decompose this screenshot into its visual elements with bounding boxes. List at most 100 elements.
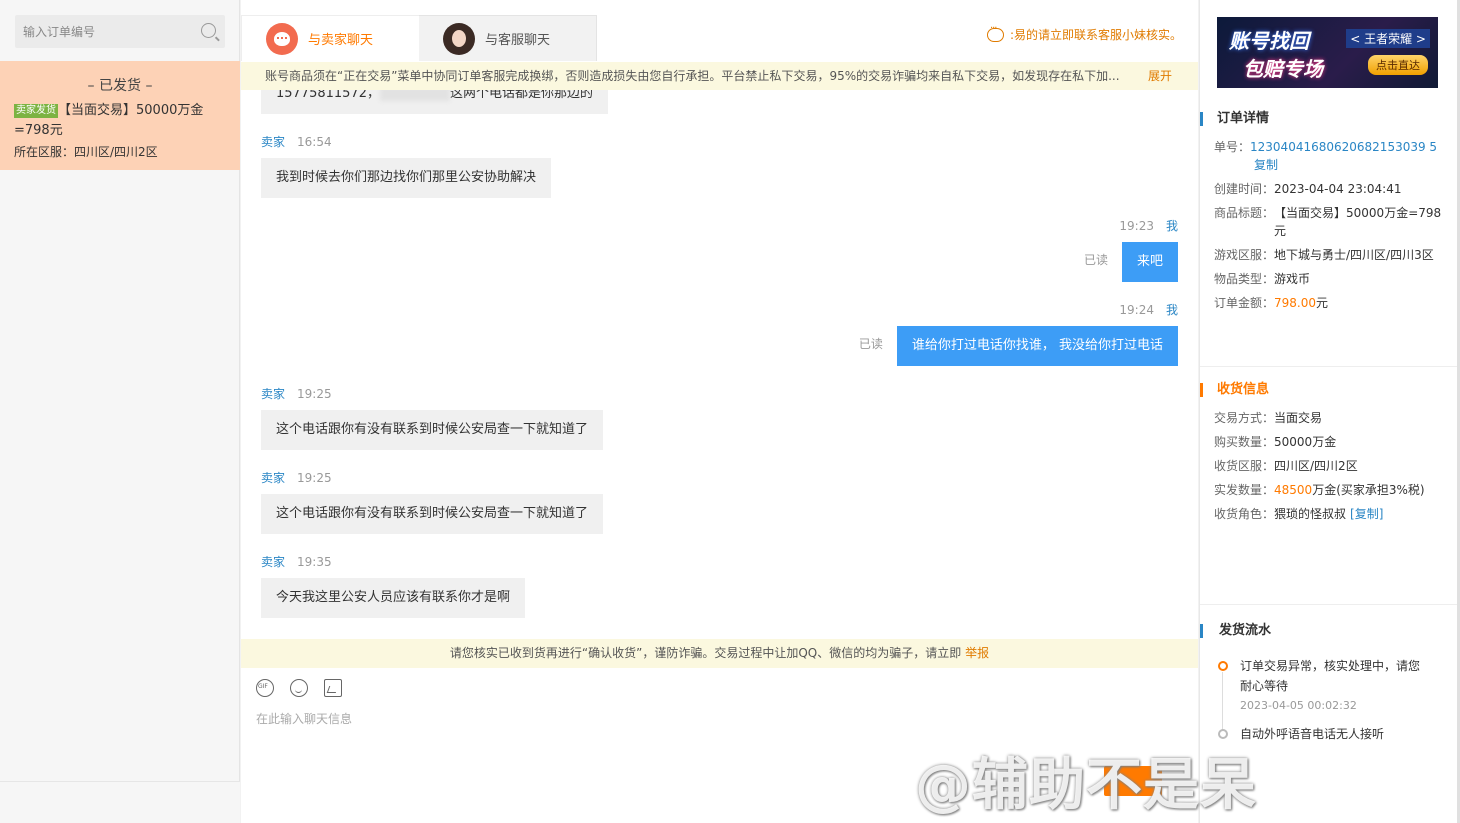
actual-qty-row: 实发数量： 48500万金(买家承担3%税): [1200, 481, 1460, 499]
receive-zone-row: 收货区服： 四川区/四川2区: [1200, 457, 1460, 475]
amount-unit: 元: [1316, 296, 1329, 310]
message-time: 19:35: [297, 555, 332, 569]
message-time: 19:25: [297, 387, 332, 401]
expand-link[interactable]: 展开: [1137, 62, 1172, 90]
buy-qty-row: 购买数量： 50000万金: [1200, 433, 1460, 451]
field-value: 游戏币: [1274, 272, 1311, 286]
chat-tabs: 与卖家聊天 与客服聊天: [241, 15, 597, 61]
notice-text: :易的请立即联系客服小妹核实。: [1009, 28, 1182, 42]
receive-role-row: 收货角色： 猥琐的怪叔叔 [复制]: [1200, 505, 1460, 523]
order-title: 卖家发货 【当面交易】50000万金=798元: [14, 101, 226, 141]
tab-chat-service[interactable]: 与客服聊天: [419, 15, 597, 61]
order-number-row: 单号： 12304041680620682153039 5 复制: [1200, 138, 1460, 174]
section-title: 收货信息: [1200, 383, 1460, 397]
search-icon[interactable]: [201, 23, 216, 38]
message-bubble: 这个电话跟你有没有联系到时候公安局查一下就知道了: [261, 494, 604, 534]
sender-name: 卖家: [261, 387, 286, 401]
field-value: 当面交易: [1274, 411, 1323, 425]
field-label: 游戏区服：: [1214, 248, 1275, 262]
field-label: 物品类型：: [1214, 272, 1275, 286]
sender-name: 卖家: [261, 555, 286, 569]
order-list-item[interactable]: – 已发货 – 卖家发货 【当面交易】50000万金=798元 所在区服：四川区/…: [0, 61, 240, 170]
seller-avatar-icon: [266, 22, 298, 55]
message-left: 卖家 19:25 这个电话跟你有没有联系到时候公安局查一下就知道了: [261, 385, 604, 450]
field-label: 收货区服：: [1214, 459, 1275, 473]
banner-cta[interactable]: 点击直达: [1368, 55, 1428, 75]
chat-panel: 与卖家聊天 与客服聊天 :易的请立即联系客服小妹核实。 账号商品须在“正在交易”…: [241, 0, 1198, 823]
read-status: 已读: [1083, 253, 1108, 267]
message-time: 16:54: [297, 135, 332, 149]
tab-label: 与客服聊天: [485, 33, 551, 48]
message-list[interactable]: 15775811572， 这两个电话都是你那边的 卖家 16:54 我到时候去你们那…: [241, 90, 1198, 638]
chat-bubble-icon: [986, 23, 1004, 42]
banner-line1: 账号找回: [1229, 29, 1309, 53]
field-label: 单号：: [1214, 140, 1251, 154]
field-label: 交易方式：: [1214, 411, 1275, 425]
order-zone: 所在区服：四川区/四川2区: [14, 145, 158, 159]
read-status: 已读: [858, 337, 883, 351]
field-value: 地下城与勇士/四川区/四川3区: [1274, 248, 1434, 262]
warning-text: 账号商品须在“正在交易”菜单中协同订单客服完成换绑，否则造成损失由您自行承担。平…: [265, 69, 1120, 83]
order-sidebar: – 已发货 – 卖家发货【当面交易】50000万金=798元 所在区服：四川区/…: [0, 0, 240, 823]
copy-order-button[interactable]: 复制: [1254, 158, 1278, 172]
message-meta: 卖家 19:25: [261, 385, 603, 401]
field-label: 实发数量：: [1214, 483, 1275, 497]
emoji-icon[interactable]: [290, 679, 308, 697]
order-detail-section: 订单详情 单号： 12304041680620682153039 5 复制 创建时…: [1200, 112, 1460, 312]
chat-compose: [241, 668, 1198, 823]
message-right: 19:23 我 已读 来吧: [1084, 217, 1178, 282]
app-window: – 已发货 – 卖家发货【当面交易】50000万金=798元 所在区服：四川区/…: [0, 0, 1460, 823]
send-button[interactable]: [1104, 766, 1162, 796]
image-upload-icon[interactable]: [324, 679, 342, 697]
report-link[interactable]: 举报: [965, 646, 989, 660]
tab-chat-seller[interactable]: 与卖家聊天: [241, 15, 419, 61]
chat-input[interactable]: [256, 710, 1176, 770]
promo-banner[interactable]: 账号找回 包赔专场 < 王者荣耀 > 点击直达: [1217, 17, 1438, 88]
message-meta: 19:24 我: [859, 301, 1178, 317]
order-search: [15, 15, 225, 48]
order-search-input[interactable]: [15, 15, 225, 48]
product-title-row: 商品标题： 【当面交易】50000万金=798元: [1200, 204, 1460, 240]
timeline-item: 订单交易异常，核实处理中，请您耐心等待 2023-04-05 00:02:32: [1216, 656, 1431, 732]
sender-name: 卖家: [261, 135, 286, 149]
message-left: 卖家 16:54 我到时候去你们那边找你们那里公安协助解决: [261, 133, 552, 198]
message-left: 卖家 19:35 今天我这里公安人员应该有联系你才是啊: [261, 553, 526, 618]
copy-role-button[interactable]: [复制]: [1350, 507, 1383, 521]
field-label: 收货角色：: [1214, 507, 1275, 521]
banner-tag: < 王者荣耀 >: [1346, 29, 1430, 48]
gif-icon[interactable]: [256, 679, 274, 697]
timeline-text: 订单交易异常，核实处理中，请您耐心等待: [1240, 659, 1421, 693]
message-time: 19:25: [297, 471, 332, 485]
message-bubble: 15775811572， 这两个电话都是你那边的: [261, 90, 608, 114]
timeline-item: 自动外呼语音电话无人接听: [1216, 724, 1431, 744]
receive-info-section: 收货信息 交易方式： 当面交易 购买数量： 50000万金 收货区服： 四川区/…: [1200, 383, 1460, 523]
timeline-line: [1222, 672, 1223, 732]
timeline-dot-icon: [1218, 729, 1228, 739]
game-zone-row: 游戏区服： 地下城与勇士/四川区/四川3区: [1200, 246, 1460, 264]
message-meta: 卖家 16:54: [261, 133, 551, 149]
message-bubble: 来吧: [1121, 242, 1178, 282]
message-meta: 卖家 19:25: [261, 469, 603, 485]
tab-label: 与卖家聊天: [308, 33, 374, 48]
trade-method-row: 交易方式： 当面交易: [1200, 409, 1460, 427]
section-title: 订单详情: [1200, 112, 1460, 126]
service-avatar-icon: [443, 22, 475, 55]
redacted-blur: [379, 90, 450, 101]
warning-bar: 账号商品须在“正在交易”菜单中协同订单客服完成换绑，否则造成损失由您自行承担。平…: [241, 62, 1198, 90]
contact-service-notice[interactable]: :易的请立即联系客服小妹核实。: [986, 23, 1182, 43]
order-number: 12304041680620682153039 5: [1250, 140, 1438, 154]
timeline-dot-icon: [1218, 661, 1228, 671]
shipping-flow-section: 发货流水: [1200, 624, 1460, 638]
field-value: 50000万金: [1274, 435, 1337, 449]
actual-qty: 48500: [1274, 483, 1313, 497]
role-name: 猥琐的怪叔叔: [1274, 507, 1347, 521]
field-value: 四川区/四川2区: [1274, 459, 1358, 473]
message-bubble: 今天我这里公安人员应该有联系你才是啊: [261, 578, 526, 618]
compose-toolbar: [256, 679, 342, 697]
message-bubble: 这个电话跟你有没有联系到时候公安局查一下就知道了: [261, 410, 604, 450]
field-value: 2023-04-04 23:04:41: [1274, 182, 1402, 196]
message-time: 19:23: [1119, 219, 1154, 233]
banner-line2: 包赔专场: [1243, 57, 1323, 81]
message-text: 15775811572，: [276, 90, 380, 101]
seller-ship-badge: 卖家发货: [14, 104, 58, 118]
